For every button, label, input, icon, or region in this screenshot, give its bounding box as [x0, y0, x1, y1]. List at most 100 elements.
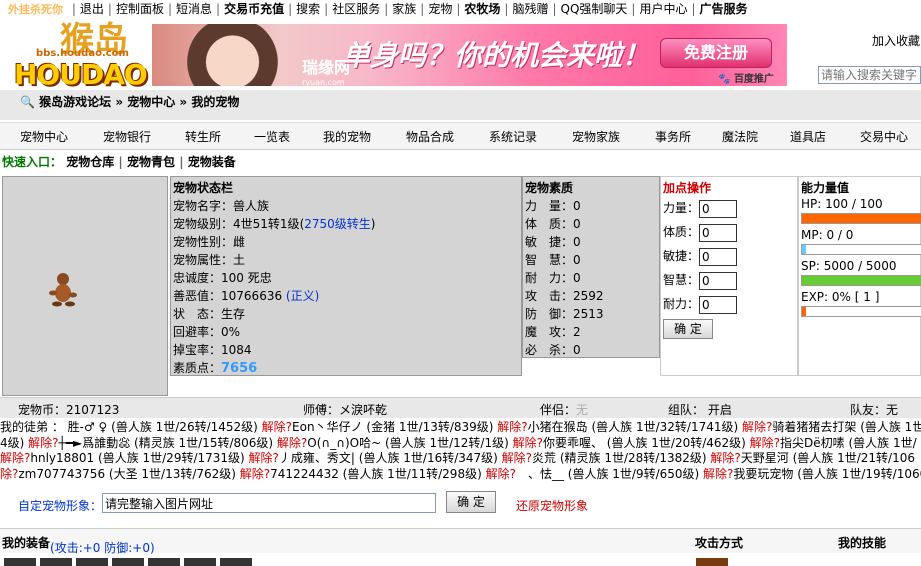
dismiss-apprentice-link[interactable]: 解除? [28, 436, 58, 450]
add-point-row: 敏捷： [663, 245, 795, 269]
menu-item[interactable]: 道具店 [790, 128, 826, 145]
dismiss-apprentice-link[interactable]: 解除? [486, 467, 516, 481]
menu-item[interactable]: 系统记录 [489, 128, 537, 145]
apprentice-entry: 丿成雍、秀文| (兽人族 1世/16转/347级) [278, 451, 502, 465]
hp-label: HP: 100 / 100 [801, 197, 883, 211]
menu-item[interactable]: 事务所 [655, 128, 691, 145]
topnav-item[interactable]: 搜索 [292, 2, 324, 16]
dismiss-apprentice-link[interactable]: 解除? [249, 451, 279, 465]
ad-banner[interactable]: 瑞缘网 ryuan.com 单身吗？你的机会来啦！ 免费注册 🐾 百度推广 [152, 24, 787, 86]
add-point-input[interactable] [699, 199, 738, 218]
dismiss-apprentice-link[interactable]: 解除? [277, 436, 307, 450]
topnav-item[interactable]: QQ强制聊天 [557, 2, 632, 16]
master[interactable]: 师傅：メ淚吥乾 [303, 401, 387, 418]
topnav-item[interactable]: 广告服务 [696, 2, 752, 16]
pet-coins: 宠物币：2107123 [18, 403, 120, 417]
topnav-item[interactable]: 宠物 [424, 2, 456, 16]
topnav-item[interactable]: 短消息 [172, 2, 216, 16]
logo-tagline: 外挂杀死你 [8, 3, 63, 16]
status-name: 宠物名字：兽人族 [173, 199, 270, 213]
quick-link-equipment[interactable]: 宠物装备 [188, 155, 236, 169]
add-point-input[interactable] [699, 271, 738, 290]
apprentice-line: 4级) 解除?┼━►爲誰動惢 (精灵族 1世/15转/806级) 解除?O(∩_… [0, 436, 921, 452]
sp-label: SP: 5000 / 5000 [801, 259, 897, 273]
topnav-item[interactable]: 用户中心 [635, 2, 691, 16]
dismiss-apprentice-link[interactable]: 解除? [513, 436, 543, 450]
attack-mode-slot[interactable] [696, 558, 728, 566]
dismiss-apprentice-link[interactable]: 解除? [703, 467, 733, 481]
equipment-slot[interactable] [76, 558, 108, 566]
add-point-row: 体质： [663, 221, 795, 245]
menu-item[interactable]: 转生所 [185, 128, 221, 145]
dismiss-apprentice-link[interactable]: 解除? [497, 420, 527, 434]
status-state: 状 态：生存 [173, 307, 246, 321]
dismiss-apprentice-link[interactable]: 解除? [742, 420, 772, 434]
equipment-slot[interactable] [112, 558, 144, 566]
add-point-row: 智慧： [663, 269, 795, 293]
topnav-item[interactable]: 脑残赠 [508, 2, 552, 16]
status-title: 宠物状态栏 [173, 181, 234, 195]
menu-item[interactable]: 物品合成 [406, 128, 454, 145]
equipment-slot[interactable] [40, 558, 72, 566]
menu-item[interactable]: 交易中心 [860, 128, 908, 145]
apprentice-list: 我的徒弟 ： 胜-♂ ♀ (兽人族 1世/26转/1452级) 解除?Eon丶华… [0, 420, 921, 482]
status-dodge: 回避率：0% [173, 325, 241, 339]
topnav-item[interactable]: 交易币充值 [220, 2, 288, 16]
menu-item[interactable]: 一览表 [254, 128, 290, 145]
menu-item[interactable]: 宠物中心 [20, 128, 68, 145]
topnav-item[interactable]: 家族 [388, 2, 420, 16]
dismiss-apprentice-link[interactable]: 解除? [240, 467, 270, 481]
sp-bar [801, 275, 921, 286]
custom-image-confirm-button[interactable]: 确 定 [446, 491, 496, 513]
quick-link-bag[interactable]: 宠物青包 [127, 155, 175, 169]
menu-item[interactable]: 我的宠物 [323, 128, 371, 145]
apprentice-entry: 我要玩宠物 (兽人族 1世/19转/1060级 [733, 466, 921, 481]
menu-item[interactable]: 宠物家族 [572, 128, 620, 145]
topnav-item[interactable]: 农牧场 [460, 2, 504, 16]
equipment-title: 我的装备 (攻击:+0 防御:+0) [2, 536, 155, 555]
apprentice-line: 我的徒弟 ： 胜-♂ ♀ (兽人族 1世/26转/1452级) 解除?Eon丶华… [0, 420, 921, 436]
add-point-input[interactable] [699, 223, 738, 242]
custom-image-row: 自定宠物形象： 确 定 还原宠物形象 [18, 491, 918, 517]
dismiss-apprentice-link[interactable]: 解除? [750, 436, 780, 450]
equipment-slot[interactable] [220, 558, 252, 566]
equipment-slot[interactable] [148, 558, 180, 566]
add-favorite-link[interactable]: 加入收藏 [872, 32, 920, 49]
team-mode[interactable]: 组队： 开启 [668, 401, 732, 418]
search-icon: 🔍 [20, 95, 35, 109]
menu-item[interactable]: 魔法院 [722, 128, 758, 145]
site-logo[interactable]: 外挂杀死你 猴岛 bbs.houdao.com HOUDAO [0, 0, 152, 92]
add-points-confirm-button[interactable]: 确 定 [663, 319, 713, 339]
quality-row: 攻 击：2592 [525, 289, 604, 303]
topnav-item[interactable]: 社区服务 [328, 2, 384, 16]
dismiss-apprentice-link[interactable]: 解除? [262, 420, 292, 434]
exp-bar [801, 306, 921, 317]
image-url-input[interactable] [102, 493, 436, 513]
dismiss-apprentice-link[interactable]: 解除? [502, 451, 532, 465]
restore-image-link[interactable]: 还原宠物形象 [516, 497, 588, 514]
banner-portrait [172, 24, 282, 86]
apprentice-entry: 指尖Dё朷嗉 (兽人族 1世/ [780, 435, 917, 450]
equipment-slot[interactable] [184, 558, 216, 566]
pet-image-panel [2, 176, 168, 396]
search-input[interactable] [818, 66, 921, 84]
add-points-panel: 加点操作 力量：体质：敏捷：智慧：耐力： 确 定 [660, 176, 798, 376]
add-point-input[interactable] [699, 247, 738, 266]
dismiss-apprentice-link[interactable]: 除? [0, 467, 18, 481]
quality-row: 魔 攻：2 [525, 325, 581, 339]
quality-row: 力 量：0 [525, 199, 581, 213]
dismiss-apprentice-link[interactable]: 解除? [0, 451, 30, 465]
rebirth-link[interactable]: 2750级转生 [304, 217, 371, 231]
quality-row: 耐 力：0 [525, 271, 581, 285]
equipment-slot[interactable] [4, 558, 36, 566]
apprentice-entry: Eon丶华仔ノ (金猪 1世/13转/839级) [292, 420, 498, 434]
breadcrumb: 🔍 猴岛游戏论坛 » 宠物中心 » 我的宠物 [20, 95, 240, 109]
pet-quality-panel: 宠物素质 力 量：0 体 质：0 敏 捷：0 智 慧：0 耐 力：0 攻 击：2592 防 … [522, 176, 660, 358]
add-point-input[interactable] [699, 295, 738, 314]
free-register-button[interactable]: 免费注册 [660, 38, 772, 68]
addpt-title: 加点操作 [663, 181, 712, 195]
dismiss-apprentice-link[interactable]: 解除? [710, 451, 740, 465]
quick-link-warehouse[interactable]: 宠物仓库 [66, 155, 114, 169]
partner: 伴侣：无 [540, 403, 589, 417]
menu-item[interactable]: 宠物银行 [103, 128, 151, 145]
